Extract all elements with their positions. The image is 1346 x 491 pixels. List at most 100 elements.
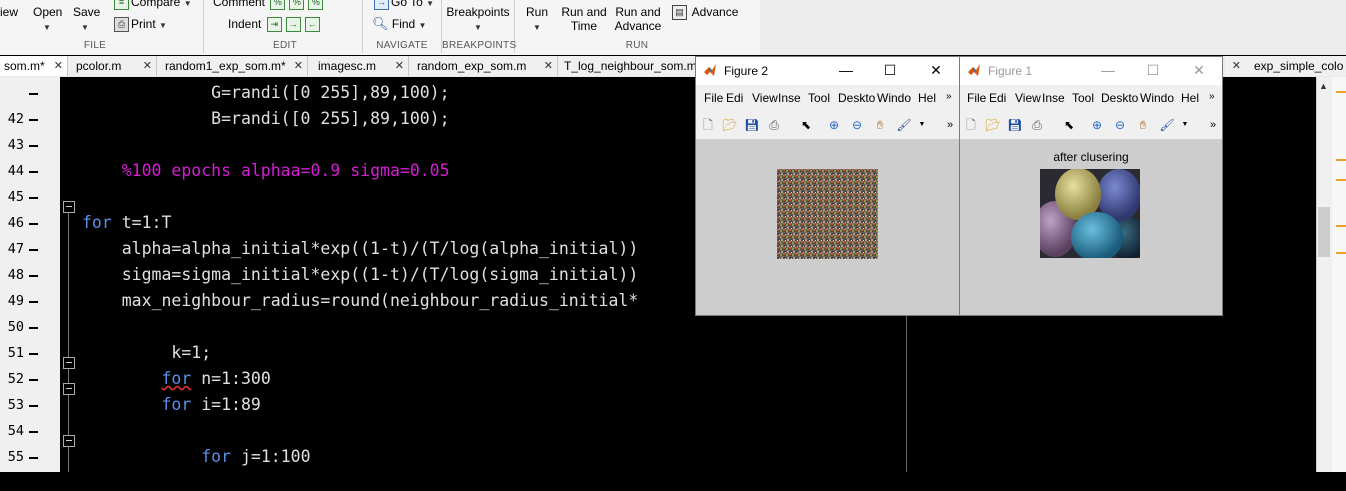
pointer-icon[interactable]: ⬉: [1061, 117, 1077, 133]
data-brush-icon[interactable]: 🖌︎: [1159, 117, 1175, 133]
menu-view[interactable]: View: [1015, 91, 1041, 105]
chevron-down-icon[interactable]: ▼: [1177, 117, 1193, 133]
code-line[interactable]: G=randi([0 255],89,100);: [82, 83, 449, 102]
minimize-icon[interactable]: —: [832, 60, 860, 80]
minimize-icon[interactable]: —: [1094, 60, 1122, 80]
menu-desktop[interactable]: Deskto: [1101, 91, 1138, 105]
tab-t-log-neighbour-som[interactable]: T_log_neighbour_som.m: [558, 56, 699, 76]
zoom-out-icon[interactable]: ⊖: [849, 117, 865, 133]
close-icon[interactable]: ✕: [1232, 56, 1241, 76]
tab-hidden-close[interactable]: ✕: [1225, 56, 1248, 76]
menu-overflow-icon[interactable]: »: [1209, 91, 1215, 102]
data-brush-icon[interactable]: 🖌︎: [896, 117, 912, 133]
figure-1-canvas[interactable]: after clusering: [960, 140, 1222, 315]
noisy-cluster-image[interactable]: [777, 169, 878, 259]
close-icon[interactable]: ✕: [544, 56, 553, 76]
warning-marker[interactable]: [1336, 179, 1346, 181]
warning-marker[interactable]: [1336, 252, 1346, 254]
code-line[interactable]: alpha=alpha_initial*exp((1-t)/(T/log(alp…: [82, 239, 639, 258]
menu-help[interactable]: Hel: [918, 91, 936, 105]
run-button[interactable]: Run ▼: [522, 5, 552, 35]
pan-hand-icon[interactable]: ✋︎: [1135, 117, 1151, 133]
tab-pcolor[interactable]: pcolor.m ✕: [68, 56, 157, 76]
figure-2-canvas[interactable]: [696, 140, 959, 315]
code-line[interactable]: for n=1:300: [82, 369, 270, 388]
maximize-icon[interactable]: ☐: [876, 60, 904, 80]
tab-random-exp-som[interactable]: random_exp_som.m ✕: [409, 56, 558, 76]
close-icon[interactable]: ✕: [395, 56, 404, 76]
toolbar-overflow-icon[interactable]: »: [942, 117, 958, 133]
scroll-up-icon[interactable]: ▲: [1319, 81, 1328, 91]
save-button[interactable]: Save ▼: [73, 5, 100, 35]
zoom-in-icon[interactable]: ⊕: [1089, 117, 1105, 133]
fold-toggle-for-n[interactable]: [63, 357, 75, 369]
menu-edit[interactable]: Edi: [989, 91, 1006, 105]
figure-1-titlebar[interactable]: Figure 1 — ☐ ✕: [960, 57, 1222, 85]
maximize-icon[interactable]: ☐: [1139, 60, 1167, 80]
scrollbar-thumb[interactable]: [1318, 207, 1330, 257]
pan-hand-icon[interactable]: ✋︎: [872, 117, 888, 133]
compare-button[interactable]: ≡ Compare ▼: [112, 0, 192, 11]
new-figure-icon[interactable]: 🗋: [963, 117, 979, 133]
menu-tools[interactable]: Tool: [1072, 91, 1094, 105]
fold-toggle-for-i[interactable]: [63, 383, 75, 395]
open-file-icon[interactable]: 📂︎: [722, 117, 738, 133]
new-figure-icon[interactable]: 🗋: [700, 117, 716, 133]
figure-2-window[interactable]: Figure 2 — ☐ ✕ File Edi View Inse Tool D…: [695, 56, 960, 316]
warning-marker[interactable]: [1336, 91, 1346, 93]
code-line[interactable]: max_neighbour_radius=round(neighbour_rad…: [82, 291, 639, 310]
menu-view[interactable]: View: [752, 91, 778, 105]
close-icon[interactable]: ✕: [54, 56, 63, 76]
menu-help[interactable]: Hel: [1181, 91, 1199, 105]
menu-tools[interactable]: Tool: [808, 91, 830, 105]
balloons-image[interactable]: [1040, 169, 1140, 258]
breakpoints-button[interactable]: Breakpoints ▼: [446, 5, 510, 35]
open-file-icon[interactable]: 📂︎: [985, 117, 1001, 133]
tab-som[interactable]: som.m* ✕: [0, 56, 68, 76]
close-icon[interactable]: ✕: [143, 56, 152, 76]
print-button[interactable]: ⎙ Print ▼: [112, 17, 167, 33]
tab-exp-simple-colo[interactable]: exp_simple_colo: [1247, 56, 1346, 76]
figure-1-window[interactable]: Figure 1 — ☐ ✕ File Edi View Inse Tool D…: [959, 56, 1223, 316]
menu-insert[interactable]: Inse: [778, 91, 801, 105]
zoom-out-icon[interactable]: ⊖: [1112, 117, 1128, 133]
code-line[interactable]: k=1;: [82, 343, 211, 362]
menu-insert[interactable]: Inse: [1042, 91, 1065, 105]
fold-toggle-for-j[interactable]: [63, 435, 75, 447]
menu-window[interactable]: Windo: [1140, 91, 1174, 105]
menu-window[interactable]: Windo: [877, 91, 911, 105]
fold-toggle-for-t[interactable]: [63, 201, 75, 213]
comment-button[interactable]: Comment %%%: [213, 0, 325, 11]
close-icon[interactable]: ✕: [1185, 60, 1213, 80]
save-icon[interactable]: 💾︎: [744, 117, 760, 133]
tab-imagesc[interactable]: imagesc.m ✕: [308, 56, 409, 76]
find-button[interactable]: 🔍︎ Find ▼: [372, 17, 426, 33]
code-line[interactable]: for i=1:89: [82, 395, 260, 414]
view-button[interactable]: iew: [0, 5, 18, 19]
code-line[interactable]: sigma=sigma_initial*exp((1-t)/(T/log(sig…: [82, 265, 639, 284]
tab-random1-exp-som[interactable]: random1_exp_som.m* ✕: [157, 56, 308, 76]
warning-marker[interactable]: [1336, 225, 1346, 227]
figure-2-titlebar[interactable]: Figure 2 — ☐ ✕: [696, 57, 959, 85]
zoom-in-icon[interactable]: ⊕: [826, 117, 842, 133]
menu-file[interactable]: File: [704, 91, 723, 105]
menu-edit[interactable]: Edi: [726, 91, 743, 105]
save-icon[interactable]: 💾︎: [1007, 117, 1023, 133]
warning-marker[interactable]: [1336, 159, 1346, 161]
code-line[interactable]: B=randi([0 255],89,100);: [82, 109, 449, 128]
open-button[interactable]: Open ▼: [33, 5, 62, 35]
code-line[interactable]: for j=1:100: [82, 447, 310, 466]
vertical-scrollbar[interactable]: ▲: [1316, 77, 1333, 472]
indent-button[interactable]: Indent ⇥ → ←: [228, 17, 322, 33]
print-icon[interactable]: ⎙: [1029, 117, 1045, 133]
code-line[interactable]: %100 epochs alphaa=0.9 sigma=0.05: [82, 161, 450, 180]
close-icon[interactable]: ✕: [922, 60, 950, 80]
toolbar-overflow-icon[interactable]: »: [1205, 117, 1221, 133]
pointer-icon[interactable]: ⬉: [798, 117, 814, 133]
menu-overflow-icon[interactable]: »: [946, 91, 952, 102]
goto-button[interactable]: → Go To ▼: [372, 0, 434, 11]
chevron-down-icon[interactable]: ▼: [914, 117, 930, 133]
print-icon[interactable]: ⎙: [766, 117, 782, 133]
run-and-time-button[interactable]: Run and Time: [560, 5, 608, 33]
menu-file[interactable]: File: [967, 91, 986, 105]
